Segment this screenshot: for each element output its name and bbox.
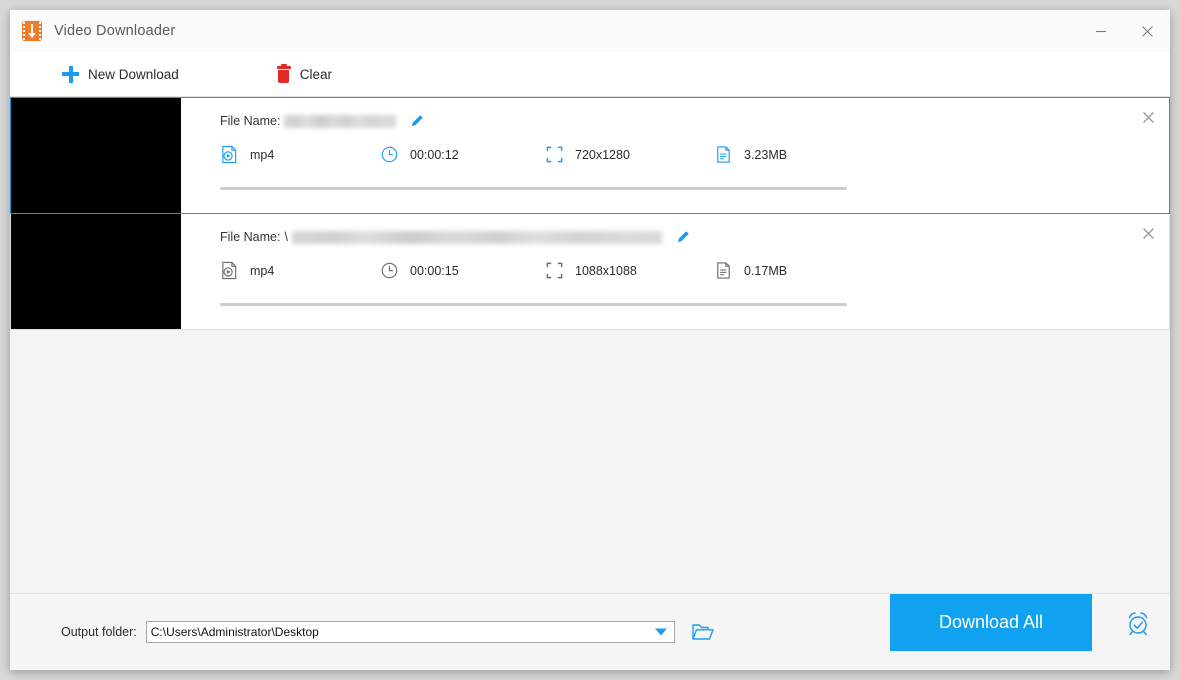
filename-redacted bbox=[291, 230, 662, 244]
filesize-value: 3.23MB bbox=[744, 147, 788, 162]
filename-row: File Name: bbox=[220, 112, 1169, 130]
format-item: mp4 bbox=[220, 261, 380, 280]
output-folder-value: C:\Users\Administrator\Desktop bbox=[150, 625, 319, 639]
close-icon[interactable] bbox=[1124, 10, 1170, 52]
file-format-icon bbox=[222, 261, 237, 280]
filename-row: File Name: \ bbox=[220, 228, 1169, 246]
resolution-value: 720x1280 bbox=[575, 147, 630, 162]
duration-item: 00:00:12 bbox=[380, 145, 545, 164]
video-thumbnail bbox=[11, 98, 181, 213]
download-list: File Name: mp4 00:00:12 720x1280 3.23MB … bbox=[10, 97, 1170, 593]
clock-icon bbox=[381, 146, 398, 163]
bottom-bar: Output folder: C:\Users\Administrator\De… bbox=[10, 593, 1170, 670]
file-format-icon bbox=[222, 145, 237, 164]
progress-bar bbox=[220, 303, 847, 306]
pencil-icon[interactable] bbox=[410, 114, 424, 128]
resolution-item: 720x1280 bbox=[545, 145, 714, 164]
filesize-item: 0.17MB bbox=[714, 261, 787, 280]
pencil-icon[interactable] bbox=[676, 230, 690, 244]
file-size-icon bbox=[717, 262, 730, 279]
resolution-value: 1088x1088 bbox=[575, 263, 637, 278]
clear-label: Clear bbox=[299, 66, 333, 82]
filename-value: \ bbox=[284, 230, 288, 244]
resolution-item: 1088x1088 bbox=[545, 261, 714, 280]
filesize-item: 3.23MB bbox=[714, 145, 787, 164]
format-value: mp4 bbox=[250, 147, 275, 162]
progress-bar bbox=[220, 187, 847, 190]
resolution-icon bbox=[546, 262, 563, 279]
filename-label: File Name: bbox=[220, 230, 281, 244]
download-all-button[interactable]: Download All bbox=[890, 594, 1092, 651]
download-item-details: File Name: mp4 00:00:12 720x1280 3.23MB bbox=[181, 98, 1169, 213]
window-title: Video Downloader bbox=[54, 23, 176, 39]
clear-button[interactable]: Clear bbox=[276, 63, 333, 83]
filename-redacted bbox=[284, 114, 397, 128]
chevron-down-icon[interactable] bbox=[654, 628, 667, 636]
duration-value: 00:00:15 bbox=[410, 263, 459, 278]
download-item[interactable]: File Name: mp4 00:00:12 720x1280 3.23MB bbox=[10, 97, 1170, 214]
download-item[interactable]: File Name: \ mp4 00:00:15 1088x1088 0.17… bbox=[10, 213, 1170, 330]
schedule-download-button[interactable] bbox=[1123, 608, 1153, 638]
file-size-icon bbox=[717, 146, 730, 163]
trash-icon bbox=[276, 63, 291, 83]
toolbar: New Download Clear bbox=[10, 52, 1170, 97]
format-item: mp4 bbox=[220, 145, 380, 164]
video-thumbnail bbox=[11, 214, 181, 329]
app-window: Video Downloader New Download Clear File… bbox=[10, 10, 1170, 670]
duration-item: 00:00:15 bbox=[380, 261, 545, 280]
metadata-row: mp4 00:00:12 720x1280 3.23MB bbox=[220, 145, 1169, 164]
alarm-clock-icon bbox=[1128, 612, 1148, 636]
download-all-label: Download All bbox=[938, 612, 1044, 632]
output-folder-label: Output folder: bbox=[61, 625, 137, 639]
duration-value: 00:00:12 bbox=[410, 147, 459, 162]
title-bar: Video Downloader bbox=[10, 10, 1170, 52]
minimize-icon[interactable] bbox=[1078, 10, 1124, 52]
remove-item-icon[interactable] bbox=[1137, 222, 1159, 244]
remove-item-icon[interactable] bbox=[1137, 106, 1159, 128]
filesize-value: 0.17MB bbox=[744, 263, 788, 278]
plus-icon bbox=[62, 65, 79, 83]
filename-label: File Name: bbox=[220, 114, 281, 128]
resolution-icon bbox=[546, 146, 563, 163]
format-value: mp4 bbox=[250, 263, 275, 278]
clock-icon bbox=[381, 262, 398, 279]
new-download-button[interactable]: New Download bbox=[62, 65, 179, 83]
output-folder-input[interactable]: C:\Users\Administrator\Desktop bbox=[145, 621, 675, 643]
folder-open-icon bbox=[692, 624, 714, 640]
window-controls bbox=[1078, 10, 1170, 52]
download-item-details: File Name: \ mp4 00:00:15 1088x1088 0.17… bbox=[181, 214, 1169, 329]
new-download-label: New Download bbox=[88, 66, 179, 82]
browse-folder-button[interactable] bbox=[691, 621, 715, 643]
metadata-row: mp4 00:00:15 1088x1088 0.17MB bbox=[220, 261, 1169, 280]
video-download-icon bbox=[22, 21, 42, 41]
